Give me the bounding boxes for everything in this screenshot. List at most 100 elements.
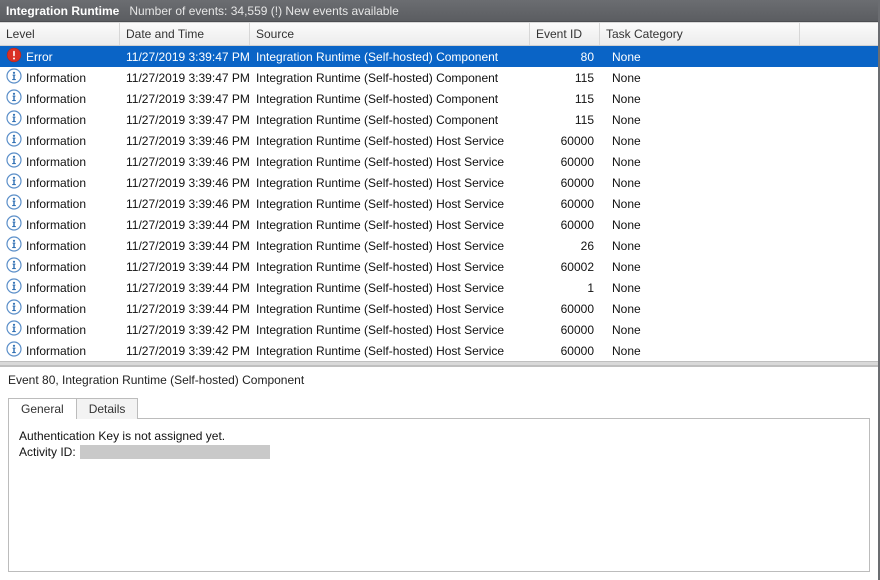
cell-source: Integration Runtime (Self-hosted) Compon… — [250, 113, 530, 127]
level-text: Information — [26, 281, 86, 295]
cell-task-category: None — [600, 134, 800, 148]
table-row[interactable]: Information 11/27/2019 3:39:46 PMIntegrat… — [0, 130, 878, 151]
level-text: Information — [26, 260, 86, 274]
level-text: Information — [26, 302, 86, 316]
level-text: Information — [26, 113, 86, 127]
cell-task-category: None — [600, 260, 800, 274]
cell-task-category: None — [600, 50, 800, 64]
cell-source: Integration Runtime (Self-hosted) Compon… — [250, 71, 530, 85]
cell-level: Information — [0, 110, 120, 129]
cell-date: 11/27/2019 3:39:47 PM — [120, 92, 250, 106]
table-row[interactable]: Information11/27/2019 3:39:44 PMIntegrat… — [0, 298, 878, 319]
cell-date: 11/27/2019 3:39:47 PM — [120, 71, 250, 85]
cell-source: Integration Runtime (Self-hosted) Host S… — [250, 323, 530, 337]
table-row[interactable]: Information11/27/2019 3:39:47 PMIntegrat… — [0, 88, 878, 109]
cell-task-category: None — [600, 197, 800, 211]
info-icon — [6, 299, 22, 318]
cell-date: 11/27/2019 3:39:44 PM — [120, 302, 250, 316]
event-viewer-window: Integration Runtime Number of events: 34… — [0, 0, 880, 580]
cell-event-id: 115 — [530, 71, 600, 85]
cell-date: 11/27/2019 3:39:46 PM — [120, 176, 250, 190]
level-text: Information — [26, 197, 86, 211]
cell-level: Information — [0, 236, 120, 255]
column-header-task-category[interactable]: Task Category — [600, 23, 800, 45]
info-icon — [6, 215, 22, 234]
cell-task-category: None — [600, 344, 800, 358]
table-row[interactable]: Information 11/27/2019 3:39:47 PMIntegrat… — [0, 67, 878, 88]
column-header-date[interactable]: Date and Time — [120, 23, 250, 45]
detail-body: Authentication Key is not assigned yet. … — [8, 418, 870, 572]
info-icon — [6, 89, 22, 108]
cell-task-category: None — [600, 323, 800, 337]
info-icon — [6, 341, 22, 360]
level-text: Information — [26, 176, 86, 190]
cell-level: Information — [0, 215, 120, 234]
info-icon — [6, 152, 22, 171]
column-header-row: Level Date and Time Source Event ID Task… — [0, 22, 878, 46]
info-icon — [6, 68, 22, 87]
event-rows: Error11/27/2019 3:39:47 PMIntegration Ru… — [0, 46, 878, 361]
table-row[interactable]: Error11/27/2019 3:39:47 PMIntegration Ru… — [0, 46, 878, 67]
cell-source: Integration Runtime (Self-hosted) Compon… — [250, 50, 530, 64]
cell-level: Information — [0, 257, 120, 276]
table-row[interactable]: Information11/27/2019 3:39:42 PMIntegrat… — [0, 340, 878, 361]
error-icon — [6, 47, 22, 66]
cell-level: Information — [0, 68, 120, 87]
table-row[interactable]: Information 11/27/2019 3:39:46 PMIntegrat… — [0, 193, 878, 214]
tab-general[interactable]: General — [8, 398, 77, 419]
table-row[interactable]: Information11/27/2019 3:39:44 PMIntegrat… — [0, 277, 878, 298]
detail-tabs: General Details — [8, 397, 870, 418]
column-header-level[interactable]: Level — [0, 23, 120, 45]
cell-level: Error — [0, 47, 120, 66]
cell-event-id: 60000 — [530, 134, 600, 148]
activity-id-line: Activity ID: — [19, 445, 859, 459]
cell-date: 11/27/2019 3:39:42 PM — [120, 344, 250, 358]
cell-date: 11/27/2019 3:39:46 PM — [120, 197, 250, 211]
cell-level: Information — [0, 341, 120, 360]
cell-source: Integration Runtime (Self-hosted) Host S… — [250, 197, 530, 211]
info-icon — [6, 320, 22, 339]
cell-event-id: 115 — [530, 113, 600, 127]
cell-event-id: 60002 — [530, 260, 600, 274]
cell-event-id: 60000 — [530, 218, 600, 232]
table-row[interactable]: Information 11/27/2019 3:39:44 PMIntegrat… — [0, 256, 878, 277]
table-row[interactable]: Information11/27/2019 3:39:46 PMIntegrat… — [0, 151, 878, 172]
table-row[interactable]: Information11/27/2019 3:39:46 PMIntegrat… — [0, 172, 878, 193]
cell-level: Information — [0, 320, 120, 339]
table-row[interactable]: Information11/27/2019 3:39:47 PMIntegrat… — [0, 109, 878, 130]
column-header-event-id[interactable]: Event ID — [530, 23, 600, 45]
activity-id-value-redacted — [80, 445, 270, 459]
cell-source: Integration Runtime (Self-hosted) Host S… — [250, 260, 530, 274]
level-text: Information — [26, 134, 86, 148]
cell-date: 11/27/2019 3:39:46 PM — [120, 134, 250, 148]
info-icon — [6, 236, 22, 255]
cell-task-category: None — [600, 155, 800, 169]
tab-details[interactable]: Details — [76, 398, 139, 419]
cell-level: Information — [0, 89, 120, 108]
table-row[interactable]: Information11/27/2019 3:39:44 PMIntegrat… — [0, 214, 878, 235]
cell-date: 11/27/2019 3:39:44 PM — [120, 260, 250, 274]
level-text: Information — [26, 71, 86, 85]
cell-level: Information — [0, 131, 120, 150]
cell-task-category: None — [600, 113, 800, 127]
cell-event-id: 60000 — [530, 176, 600, 190]
cell-date: 11/27/2019 3:39:46 PM — [120, 155, 250, 169]
table-row[interactable]: Information11/27/2019 3:39:44 PMIntegrat… — [0, 235, 878, 256]
cell-task-category: None — [600, 218, 800, 232]
column-header-source[interactable]: Source — [250, 23, 530, 45]
cell-event-id: 1 — [530, 281, 600, 295]
cell-level: Information — [0, 278, 120, 297]
cell-task-category: None — [600, 176, 800, 190]
table-row[interactable]: Information 11/27/2019 3:39:42 PMIntegrat… — [0, 319, 878, 340]
cell-event-id: 115 — [530, 92, 600, 106]
log-event-count: Number of events: 34,559 (!) New events … — [129, 0, 398, 22]
event-detail-title: Event 80, Integration Runtime (Self-host… — [8, 373, 870, 393]
cell-source: Integration Runtime (Self-hosted) Host S… — [250, 134, 530, 148]
event-detail-panel: Event 80, Integration Runtime (Self-host… — [0, 366, 878, 580]
level-text: Information — [26, 239, 86, 253]
cell-date: 11/27/2019 3:39:42 PM — [120, 323, 250, 337]
level-text: Information — [26, 323, 86, 337]
log-header-bar: Integration Runtime Number of events: 34… — [0, 0, 878, 22]
cell-date: 11/27/2019 3:39:47 PM — [120, 50, 250, 64]
cell-level: Information — [0, 173, 120, 192]
